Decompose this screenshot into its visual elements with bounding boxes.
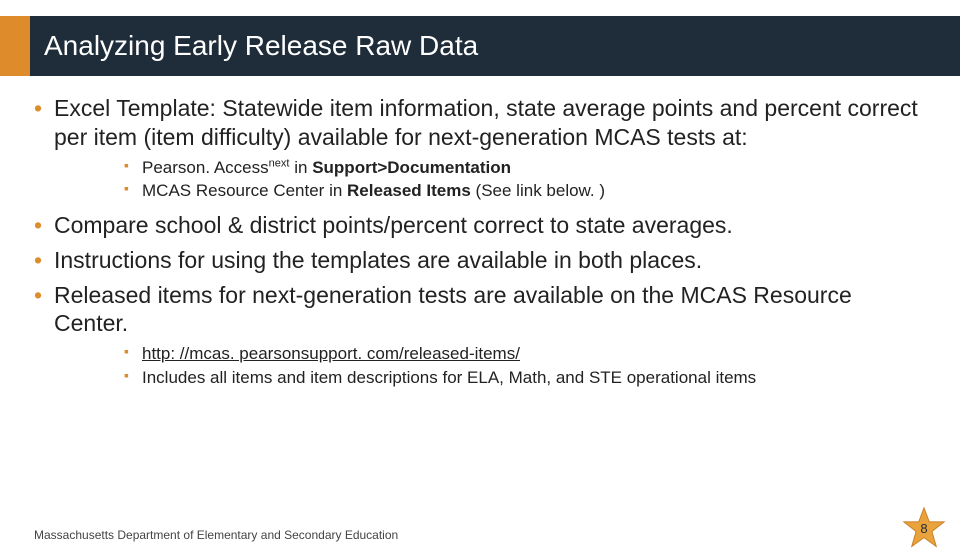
bullet-2: Compare school & district points/percent… [34, 211, 926, 240]
sub-4a: http: //mcas. pearsonsupport. com/releas… [124, 342, 926, 366]
sub-4b-text: Includes all items and item descriptions… [142, 368, 756, 387]
sub-1b: MCAS Resource Center in Released Items (… [124, 179, 926, 203]
bullet-4-text: Released items for next-generation tests… [54, 282, 852, 337]
sub-1a-mid: in [290, 158, 313, 177]
sub-1b-prefix: MCAS Resource Center in [142, 181, 347, 200]
sublist-4: http: //mcas. pearsonsupport. com/releas… [124, 342, 926, 390]
bullet-2-text: Compare school & district points/percent… [54, 212, 733, 238]
sub-1b-bold: Released Items [347, 181, 471, 200]
page-number: 8 [920, 521, 927, 536]
page-marker: 8 [902, 506, 946, 550]
main-list: Excel Template: Statewide item informati… [34, 94, 926, 390]
sub-1a-prefix: Pearson. Access [142, 158, 269, 177]
bullet-1: Excel Template: Statewide item informati… [34, 94, 926, 203]
sublist-1: Pearson. Accessnext in Support>Documenta… [124, 156, 926, 204]
bullet-4: Released items for next-generation tests… [34, 281, 926, 390]
bullet-3: Instructions for using the templates are… [34, 246, 926, 275]
bullet-3-text: Instructions for using the templates are… [54, 247, 702, 273]
sub-1a: Pearson. Accessnext in Support>Documenta… [124, 156, 926, 180]
sub-4a-link[interactable]: http: //mcas. pearsonsupport. com/releas… [142, 344, 520, 363]
title-bar: Analyzing Early Release Raw Data [0, 16, 960, 76]
sub-1a-sup: next [269, 157, 290, 169]
sub-4b: Includes all items and item descriptions… [124, 366, 926, 390]
title-accent [0, 16, 30, 76]
slide: Analyzing Early Release Raw Data Excel T… [0, 16, 960, 556]
content-area: Excel Template: Statewide item informati… [0, 76, 960, 390]
sub-1a-bold: Support>Documentation [312, 158, 511, 177]
bullet-1-text: Excel Template: Statewide item informati… [54, 95, 918, 150]
slide-title: Analyzing Early Release Raw Data [44, 30, 478, 62]
sub-1b-suffix: (See link below. ) [471, 181, 605, 200]
title-background: Analyzing Early Release Raw Data [30, 16, 960, 76]
